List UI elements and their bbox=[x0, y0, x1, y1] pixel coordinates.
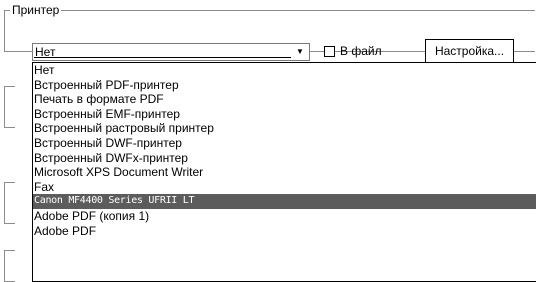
printer-option[interactable]: Adobe PDF bbox=[33, 224, 536, 239]
printer-option[interactable]: Встроенный DWFx-принтер bbox=[33, 151, 536, 166]
chevron-down-icon[interactable]: ▼ bbox=[292, 45, 308, 59]
printer-option[interactable]: Встроенный DWF-принтер bbox=[33, 136, 536, 151]
printer-option[interactable]: Встроенный растровый принтер bbox=[33, 121, 536, 136]
background-group-frame bbox=[4, 250, 15, 282]
printer-option[interactable]: Adobe PDF (копия 1) bbox=[33, 209, 536, 224]
printer-option[interactable]: Встроенный EMF-принтер bbox=[33, 107, 536, 122]
background-group-frame bbox=[4, 182, 15, 224]
printer-option[interactable]: Fax bbox=[33, 180, 536, 195]
printer-select-underline bbox=[34, 57, 291, 58]
printer-option[interactable]: Встроенный PDF-принтер bbox=[33, 78, 536, 93]
printer-select[interactable]: Нет ▼ bbox=[32, 43, 310, 61]
printer-settings-button[interactable]: Настройка... bbox=[425, 39, 514, 63]
printer-option[interactable]: Печать в формате PDF bbox=[33, 92, 536, 107]
print-to-file-option[interactable]: В файл bbox=[324, 44, 382, 58]
printer-group-title: Принтер bbox=[10, 3, 62, 17]
print-to-file-label: В файл bbox=[340, 44, 382, 58]
printer-option[interactable]: Нет bbox=[33, 63, 536, 78]
background-group-frame bbox=[4, 86, 15, 128]
printer-option[interactable]: Canon MF4400 Series UFRII LT bbox=[33, 194, 536, 209]
printer-option[interactable]: Microsoft XPS Document Writer bbox=[33, 165, 536, 180]
print-to-file-checkbox[interactable] bbox=[324, 45, 335, 57]
printer-dropdown-list[interactable]: Нет Встроенный PDF-принтер Печать в формат… bbox=[32, 62, 536, 282]
